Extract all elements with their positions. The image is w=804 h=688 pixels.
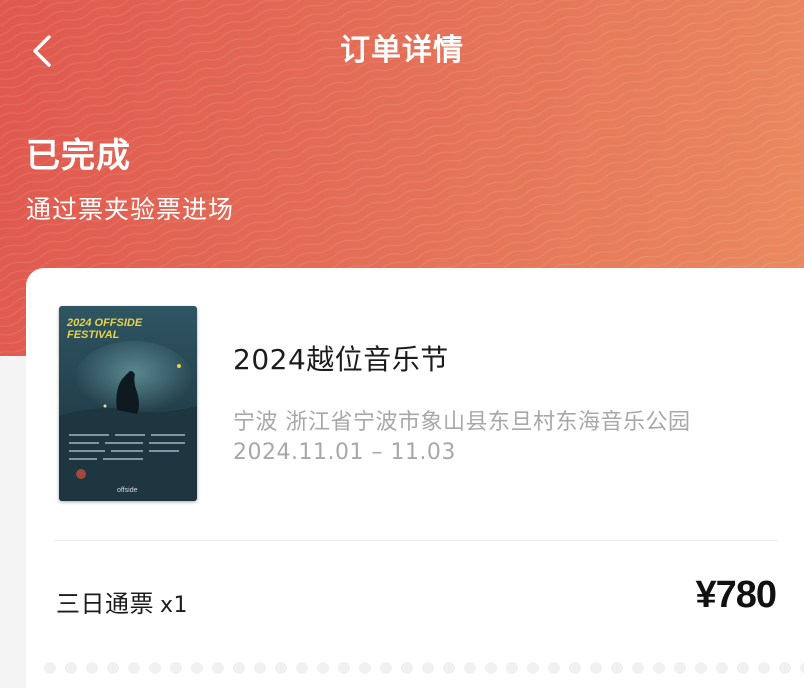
ticket-perforation bbox=[44, 662, 804, 674]
ticket-type-label: 三日通票 bbox=[56, 590, 154, 618]
event-venue: 宁波 浙江省宁波市象山县东旦村东海音乐公园 bbox=[233, 410, 691, 435]
ticket-type: 三日通票 x1 bbox=[56, 584, 188, 619]
event-title: 2024越位音乐节 bbox=[233, 343, 449, 376]
divider bbox=[54, 540, 778, 541]
order-status: 已完成 bbox=[26, 136, 131, 176]
poster-brand: offside bbox=[117, 487, 138, 494]
poster-heading-2: FESTIVAL bbox=[67, 329, 120, 341]
poster-image: 2024 OFFSIDE FESTIVAL offside bbox=[59, 306, 197, 501]
order-status-hint: 通过票夹验票进场 bbox=[26, 195, 235, 224]
page-title: 订单详情 bbox=[340, 33, 464, 68]
order-card: 2024 OFFSIDE FESTIVAL offside 2024越位音乐节 … bbox=[26, 268, 804, 688]
event-poster[interactable]: 2024 OFFSIDE FESTIVAL offside bbox=[59, 306, 197, 501]
event-date: 2024.11.01 – 11.03 bbox=[233, 440, 456, 465]
ticket-price: ¥780 bbox=[695, 574, 777, 616]
ticket-quantity: x1 bbox=[160, 593, 189, 618]
poster-heading: 2024 OFFSIDE bbox=[66, 317, 143, 329]
